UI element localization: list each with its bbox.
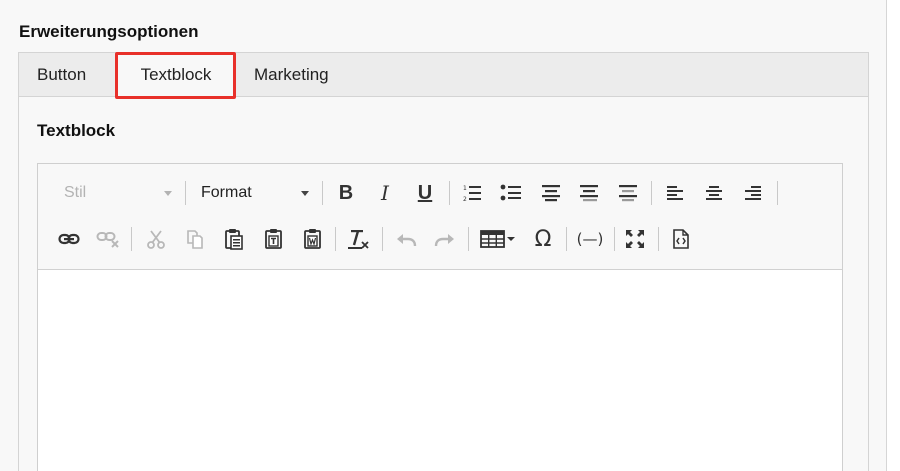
svg-text:2: 2 (463, 196, 467, 203)
svg-text:1: 1 (463, 185, 467, 192)
rich-text-editor: Stil Format B I U 1 2 Ω (—) (37, 163, 843, 471)
remove-format-button[interactable] (343, 224, 373, 254)
table-button[interactable] (478, 224, 518, 254)
tab-button[interactable]: Button (37, 53, 86, 97)
align-right-icon (745, 186, 761, 200)
paste-icon (225, 229, 243, 250)
cut-button[interactable] (141, 224, 171, 254)
copy-button[interactable] (180, 224, 210, 254)
source-button[interactable] (666, 224, 696, 254)
align-center-button[interactable] (699, 178, 729, 208)
maximize-icon (626, 230, 644, 248)
align-left-button[interactable] (660, 178, 690, 208)
numbered-list-icon: 1 2 (463, 185, 481, 203)
undo-button[interactable] (391, 224, 421, 254)
align-center-icon (706, 186, 722, 200)
toolbar-separator (185, 181, 186, 205)
toolbar-separator (382, 227, 383, 251)
cut-icon (147, 230, 165, 249)
placeholder-button[interactable]: (—) (574, 224, 606, 254)
style-combo-label: Stil (64, 184, 87, 201)
undo-icon (397, 234, 417, 247)
toolbar-separator (777, 181, 778, 205)
maximize-button[interactable] (620, 224, 650, 254)
paste-text-icon (265, 229, 282, 249)
chevron-down-icon (301, 191, 309, 196)
special-char-button[interactable]: Ω (528, 224, 558, 254)
style-combo[interactable]: Stil (64, 178, 174, 208)
align-left-icon (667, 186, 683, 200)
bulleted-list-button[interactable] (496, 178, 526, 208)
special-char-icon: Ω (534, 226, 552, 252)
toolbar-separator (566, 227, 567, 251)
bulleted-list-icon (500, 184, 521, 201)
source-icon (673, 229, 689, 249)
table-icon (480, 230, 515, 248)
paste-button[interactable] (219, 224, 249, 254)
chevron-down-icon (164, 191, 172, 196)
numbered-list-button[interactable]: 1 2 (457, 178, 487, 208)
italic-button[interactable]: I (370, 178, 400, 208)
copy-icon (187, 230, 203, 249)
placeholder-icon: (—) (576, 230, 604, 248)
paste-word-icon (304, 229, 321, 249)
italic-label: I (381, 181, 389, 205)
decrease-indent-icon (542, 185, 560, 202)
toolbar-separator (322, 181, 323, 205)
section-title: Erweiterungsoptionen (19, 22, 199, 41)
paste-word-button[interactable] (298, 224, 328, 254)
paste-text-button[interactable] (259, 224, 289, 254)
link-icon (58, 233, 80, 245)
underline-button[interactable]: U (410, 178, 440, 208)
toolbar-separator (614, 227, 615, 251)
remove-format-icon (348, 230, 369, 249)
unlink-button[interactable] (93, 224, 123, 254)
toolbar-separator (468, 227, 469, 251)
editor-content-area[interactable] (38, 270, 842, 471)
link-button[interactable] (54, 224, 84, 254)
unlink-icon (96, 232, 119, 248)
bold-button[interactable]: B (331, 178, 361, 208)
bold-label: B (338, 181, 354, 204)
toolbar-separator (658, 227, 659, 251)
decrease-indent-button[interactable] (536, 178, 566, 208)
redo-icon (434, 234, 454, 247)
toolbar-separator (131, 227, 132, 251)
redo-button[interactable] (430, 224, 460, 254)
align-right-button[interactable] (738, 178, 768, 208)
toolbar-separator (449, 181, 450, 205)
blockquote-icon (619, 185, 637, 202)
increase-indent-icon (580, 185, 598, 202)
active-tab-highlight (115, 52, 236, 99)
format-combo[interactable]: Format (201, 178, 326, 208)
underline-label: U (417, 181, 433, 204)
format-combo-label: Format (201, 184, 252, 201)
panel-title: Textblock (37, 121, 116, 140)
editor-toolbar: Stil Format B I U 1 2 Ω (—) (38, 164, 842, 270)
page-right-gutter (887, 0, 900, 471)
increase-indent-button[interactable] (574, 178, 604, 208)
blockquote-button[interactable] (613, 178, 643, 208)
tab-marketing[interactable]: Marketing (254, 53, 329, 97)
toolbar-separator (651, 181, 652, 205)
toolbar-separator (335, 227, 336, 251)
